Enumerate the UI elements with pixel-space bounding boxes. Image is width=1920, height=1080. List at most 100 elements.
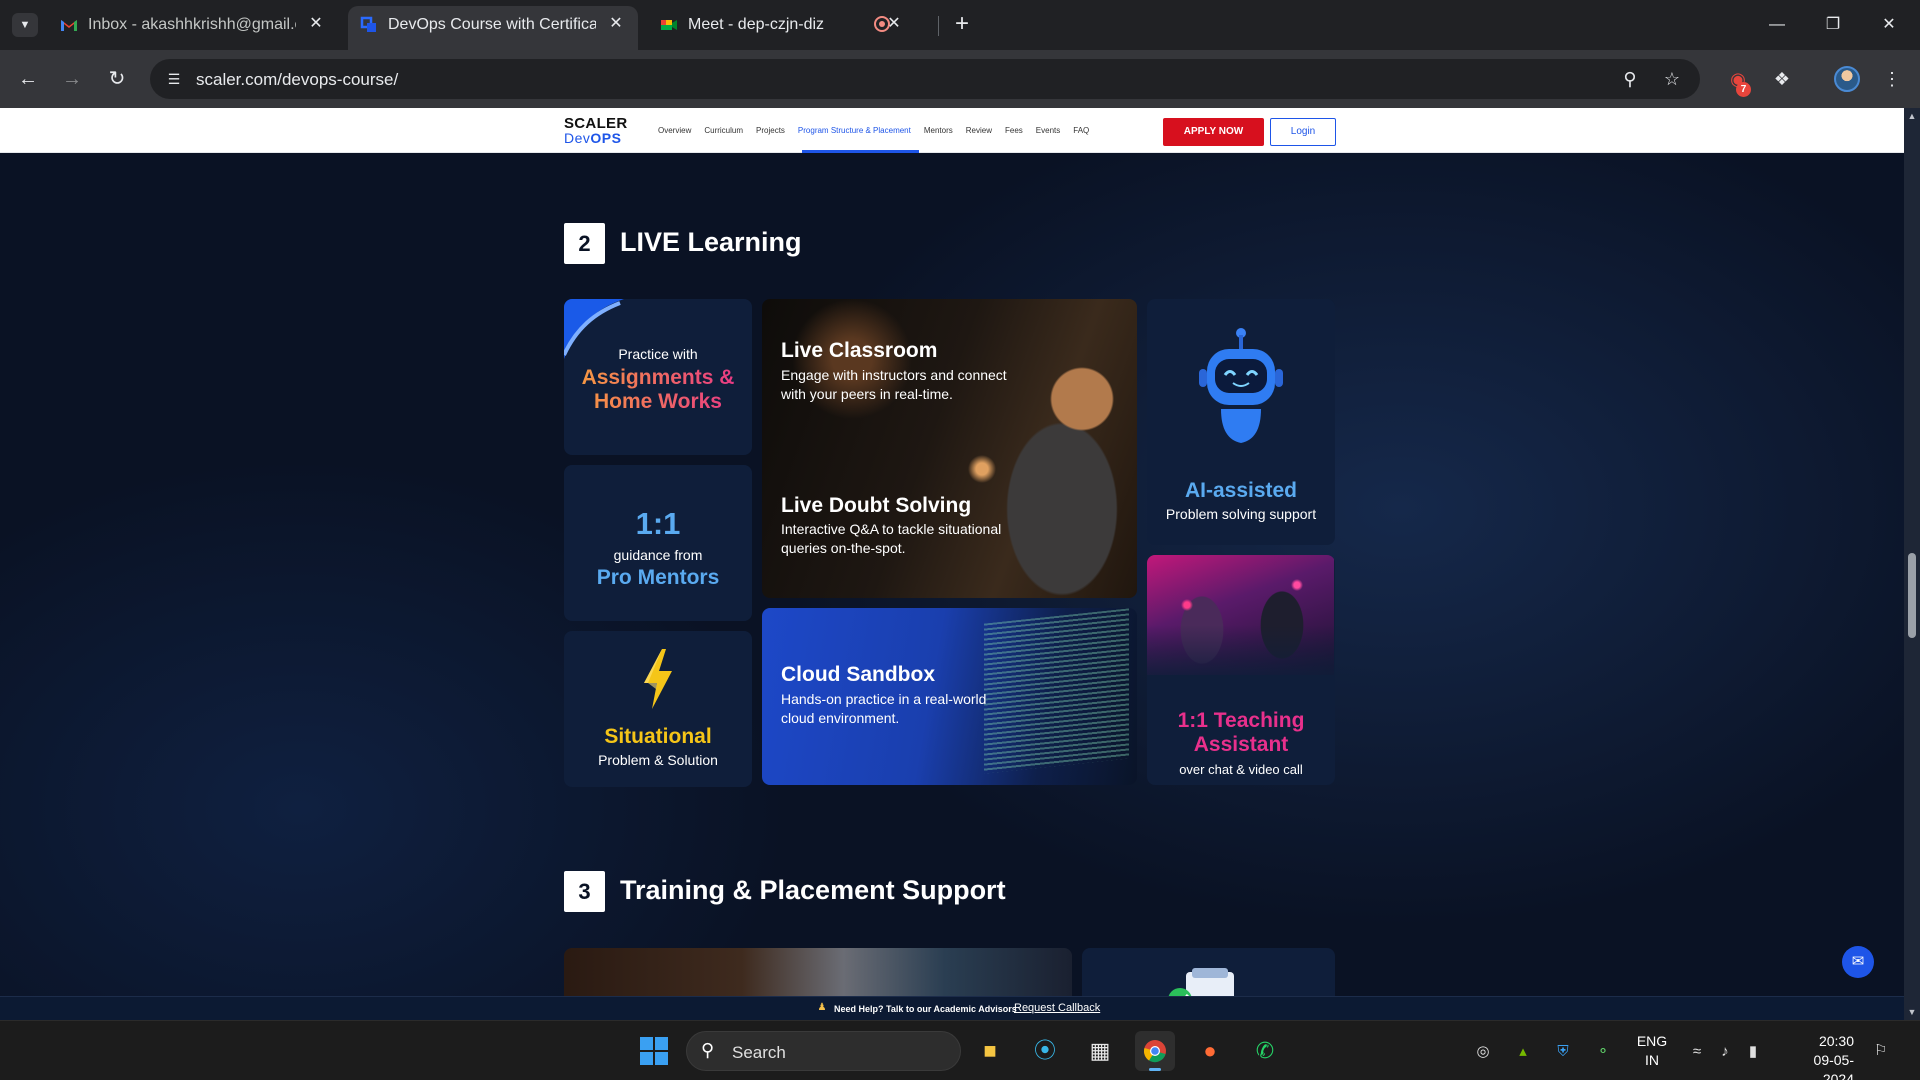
nav-faq[interactable]: FAQ — [1073, 126, 1089, 135]
apply-now-button[interactable]: APPLY NOW — [1163, 118, 1264, 146]
tray-app-icon[interactable]: ◎ — [1472, 1041, 1494, 1063]
extension-badge: 7 — [1736, 82, 1751, 97]
mentors-card: 1:1 guidance from Pro Mentors — [564, 465, 752, 621]
sandbox-title: Cloud Sandbox — [781, 663, 935, 686]
login-button[interactable]: Login — [1270, 118, 1336, 146]
nav-program-structure[interactable]: Program Structure & Placement — [798, 126, 911, 135]
robot-icon — [1199, 328, 1283, 443]
file-explorer-icon[interactable]: ■ — [970, 1031, 1010, 1071]
battery-icon[interactable]: ▮ — [1742, 1041, 1764, 1063]
request-callback-link[interactable]: Request Callback — [1014, 1002, 1100, 1014]
nav-overview[interactable]: Overview — [658, 126, 691, 135]
ai-big: AI-assisted — [1184, 479, 1298, 502]
active-nav-indicator — [802, 150, 919, 153]
scroll-thumb[interactable] — [1908, 553, 1916, 638]
help-bar: ♟ Need Help? Talk to our Academic Adviso… — [0, 996, 1904, 1020]
restore-button[interactable]: ❐ — [1810, 10, 1856, 40]
nav-projects[interactable]: Projects — [756, 126, 785, 135]
nav-mentors[interactable]: Mentors — [924, 126, 953, 135]
volume-icon[interactable]: ♪ — [1714, 1041, 1736, 1063]
minimize-button[interactable]: — — [1754, 10, 1800, 40]
nav-review[interactable]: Review — [966, 126, 992, 135]
ai-assisted-card: AI-assisted Problem solving support — [1147, 299, 1335, 545]
advisor-icon: ♟ — [817, 1002, 827, 1013]
microphone-icon[interactable]: ⚬ — [1592, 1041, 1614, 1063]
clock-time: 20:30 — [1818, 1033, 1854, 1049]
edge-icon[interactable]: ⦿ — [1025, 1031, 1065, 1071]
postman-icon[interactable]: ● — [1190, 1031, 1230, 1071]
taskbar-search[interactable]: ⚲ Search — [686, 1031, 961, 1071]
assignments-card: Practice with Assignments & Home Works — [564, 299, 752, 455]
notification-bell-icon[interactable]: ⚐ — [1874, 1041, 1887, 1059]
close-tab-icon[interactable]: ✕ — [882, 12, 906, 36]
input-language[interactable]: ENG IN — [1636, 1032, 1668, 1070]
assignments-big: Assignments & Home Works — [564, 366, 752, 414]
tab-title: Meet - dep-czjn-diz — [688, 16, 825, 33]
lang-region: IN — [1645, 1052, 1659, 1068]
situational-small: Problem & Solution — [598, 752, 718, 768]
reload-button[interactable]: ↻ — [101, 63, 133, 95]
clock-date: 09-05-2024 — [1813, 1052, 1854, 1080]
tab-devops-course[interactable]: DevOps Course with Certificatio ✕ — [348, 6, 638, 50]
doubt-desc: Interactive Q&A to tackle situational qu… — [781, 521, 1002, 556]
doubt-title: Live Doubt Solving — [781, 494, 972, 517]
site-nav: Overview Curriculum Projects Program Str… — [658, 126, 1089, 135]
help-text: Need Help? Talk to our Academic Advisors — [834, 1004, 1017, 1014]
lang-code: ENG — [1636, 1033, 1668, 1049]
site-header: SCALER DevOPS Overview Curriculum Projec… — [0, 108, 1904, 153]
logo-devops[interactable]: DevOPS — [564, 130, 621, 146]
page-scrollbar[interactable]: ▲ ▼ — [1904, 108, 1920, 1020]
ta-small: over chat & video call — [1179, 762, 1303, 777]
code-screen-image — [984, 608, 1129, 774]
system-clock[interactable]: 20:30 09-05-2024 — [1784, 1032, 1854, 1080]
section-title: LIVE Learning — [620, 227, 802, 257]
browser-toolbar: ← → ↻ ☰ scaler.com/devops-course/ ⚲ ☆ ◉ … — [0, 50, 1920, 108]
tab-gmail[interactable]: Inbox - akashhkrishh@gmail.co ✕ — [48, 6, 338, 44]
profile-avatar[interactable] — [1834, 66, 1860, 92]
address-bar[interactable]: ☰ scaler.com/devops-course/ ⚲ ☆ — [150, 59, 1700, 99]
chat-support-button[interactable]: ✉ — [1842, 946, 1874, 978]
cloud-sandbox-card: Cloud Sandbox Hands-on practice in a rea… — [762, 608, 1137, 785]
store-icon[interactable]: ▦ — [1080, 1031, 1120, 1071]
tab-title: Inbox - akashhkrishh@gmail.co — [88, 16, 296, 33]
chrome-icon[interactable] — [1135, 1031, 1175, 1071]
chrome-logo — [1143, 1040, 1166, 1063]
close-tab-icon[interactable]: ✕ — [604, 12, 628, 36]
situational-big: Situational — [604, 725, 712, 748]
mentors-ratio: 1:1 — [635, 506, 681, 541]
taskbar-search-label: Search — [732, 1043, 786, 1062]
section-title: Training & Placement Support — [620, 875, 1006, 905]
assignments-small: Practice with — [618, 346, 698, 362]
mentors-big: Pro Mentors — [596, 566, 720, 589]
tab-search-button[interactable]: ▼ — [12, 13, 38, 37]
start-button[interactable] — [640, 1037, 668, 1065]
tab-meet[interactable]: Meet - dep-czjn-diz ✕ — [648, 6, 938, 44]
mentors-small: guidance from — [613, 547, 703, 563]
scroll-up-arrow[interactable]: ▲ — [1904, 108, 1920, 124]
wifi-icon[interactable]: ≈ — [1686, 1041, 1708, 1063]
sandbox-desc: Hands-on practice in a real-world cloud … — [781, 691, 987, 726]
situational-card: Situational Problem & Solution — [564, 631, 752, 787]
section-number: 3 — [564, 871, 605, 912]
scroll-down-arrow[interactable]: ▼ — [1904, 1004, 1920, 1020]
back-button[interactable]: ← — [12, 63, 44, 95]
zoom-icon[interactable]: ⚲ — [1618, 67, 1642, 91]
tab-separator — [938, 16, 939, 36]
forward-button[interactable]: → — [56, 63, 88, 95]
page-viewport: SCALER DevOPS Overview Curriculum Projec… — [0, 108, 1904, 1020]
nvidia-icon[interactable]: ▴ — [1512, 1041, 1534, 1063]
close-window-button[interactable]: ✕ — [1866, 10, 1912, 40]
browser-tab-strip: ▼ Inbox - akashhkrishh@gmail.co ✕ DevOps… — [0, 0, 1920, 50]
nav-fees[interactable]: Fees — [1005, 126, 1023, 135]
new-tab-button[interactable]: + — [948, 11, 976, 39]
close-tab-icon[interactable]: ✕ — [304, 12, 328, 36]
whatsapp-icon[interactable]: ✆ — [1245, 1031, 1285, 1071]
nav-events[interactable]: Events — [1036, 126, 1060, 135]
tab-title: DevOps Course with Certificatio — [388, 16, 596, 33]
menu-kebab-icon[interactable]: ⋮ — [1878, 65, 1906, 93]
nav-curriculum[interactable]: Curriculum — [704, 126, 743, 135]
security-shield-icon[interactable]: ⛨ — [1552, 1041, 1574, 1063]
site-info-icon[interactable]: ☰ — [162, 67, 186, 91]
extensions-puzzle-icon[interactable]: ❖ — [1768, 65, 1796, 93]
bookmark-star-icon[interactable]: ☆ — [1660, 67, 1684, 91]
